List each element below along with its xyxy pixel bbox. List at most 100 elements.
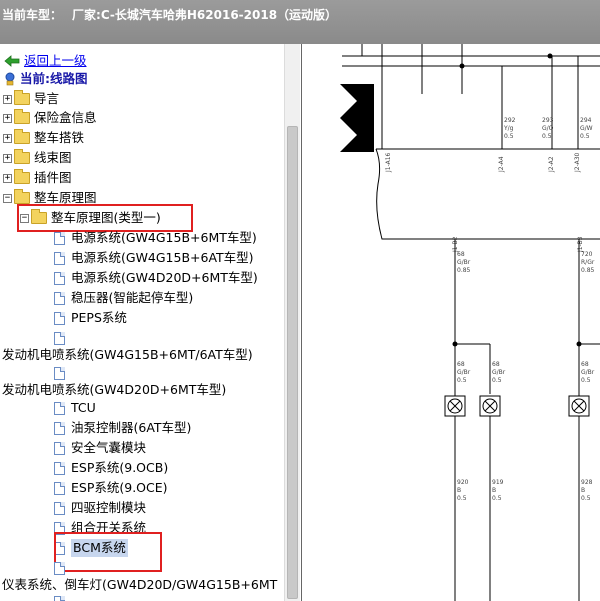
tree-item[interactable]: 四驱控制模块 <box>54 499 146 517</box>
junction-dot <box>459 63 465 69</box>
svg-text:J2-A2: J2-A2 <box>548 156 555 173</box>
expand-icon[interactable]: + <box>3 133 12 143</box>
svg-text:920: 920 <box>457 479 469 486</box>
current-location-icon <box>5 72 15 86</box>
svg-text:0.5: 0.5 <box>457 495 467 502</box>
wiring-diagram: 292 Y/g 0.5 293 G/O 0.5 294 G/W 0.5 J1-A… <box>301 44 600 601</box>
navigation-tree: 返回上一级 当前:线路图 + 导言 + 保险盒信息 + 整车搭铁 + 线束图 +… <box>0 44 288 601</box>
document-icon <box>54 401 65 415</box>
tree-item-wrapped[interactable]: 发动机电喷系统(GW4G15B+6MT/6AT车型) <box>2 346 253 364</box>
svg-text:919: 919 <box>492 479 504 486</box>
folder-icon <box>14 129 30 144</box>
lamp-icon <box>568 395 590 417</box>
tree-folder[interactable]: + 导言 <box>3 90 59 108</box>
svg-text:294: 294 <box>580 117 592 124</box>
svg-text:B: B <box>492 487 496 494</box>
highlight-box-subfolder <box>17 204 193 232</box>
svg-text:68: 68 <box>492 361 500 368</box>
svg-text:0.5: 0.5 <box>492 495 502 502</box>
svg-text:0.5: 0.5 <box>581 495 591 502</box>
svg-text:G/Br: G/Br <box>457 259 471 266</box>
svg-text:928: 928 <box>581 479 593 486</box>
document-icon <box>54 561 65 575</box>
svg-text:J2-A4: J2-A4 <box>498 156 505 173</box>
tree-item[interactable]: 油泵控制器(6AT车型) <box>54 419 191 437</box>
document-icon <box>54 251 65 265</box>
title-bar: 当前车型： 厂家:C-长城汽车哈弗H62016-2018（运动版） <box>0 0 600 44</box>
tree-folder[interactable]: + 保险盒信息 <box>3 109 97 127</box>
document-icon <box>54 231 65 245</box>
expand-icon[interactable]: + <box>3 113 12 123</box>
document-icon <box>54 271 65 285</box>
tree-item[interactable]: 电源系统(GW4D20D+6MT车型) <box>54 269 258 287</box>
svg-text:68: 68 <box>457 361 465 368</box>
svg-text:G/O: G/O <box>542 125 554 132</box>
expand-icon[interactable]: + <box>3 173 12 183</box>
tree-item-wrapped[interactable]: 仪表系统、倒车灯(GW4D20D/GW4G15B+6MT <box>2 576 277 594</box>
lamp-icon <box>444 395 466 417</box>
tree-item-icon-only[interactable] <box>54 329 71 347</box>
document-icon <box>54 595 65 601</box>
svg-text:R/Gr: R/Gr <box>581 259 595 266</box>
document-icon <box>54 331 65 345</box>
back-link-row[interactable]: 返回上一级 <box>4 52 87 70</box>
svg-text:Y/g: Y/g <box>503 125 514 132</box>
folder-icon <box>14 109 30 124</box>
document-icon <box>54 441 65 455</box>
tree-item[interactable]: 电源系统(GW4G15B+6MT车型) <box>54 229 257 247</box>
tree-item[interactable]: TCU <box>54 399 96 417</box>
document-icon <box>54 501 65 515</box>
folder-icon <box>14 169 30 184</box>
document-icon <box>54 366 65 380</box>
svg-text:G/W: G/W <box>580 125 593 132</box>
svg-text:J2-A30: J2-A30 <box>574 152 581 173</box>
tree-item[interactable]: PEPS系统 <box>54 309 127 327</box>
expand-icon[interactable]: + <box>3 153 12 163</box>
current-path: 当前:线路图 <box>20 71 88 86</box>
svg-text:J1-A16: J1-A16 <box>385 152 392 173</box>
svg-text:0.5: 0.5 <box>504 133 514 140</box>
folder-icon <box>14 90 30 105</box>
svg-text:0.5: 0.5 <box>457 377 467 384</box>
expand-icon[interactable]: + <box>3 94 12 104</box>
tree-item-icon-only[interactable] <box>54 559 71 577</box>
tree-item-icon-only[interactable] <box>54 364 71 382</box>
svg-text:0.5: 0.5 <box>542 133 552 140</box>
current-row: 当前:线路图 <box>4 70 88 88</box>
wiring-diagram-svg: 292 Y/g 0.5 293 G/O 0.5 294 G/W 0.5 J1-A… <box>340 44 600 601</box>
svg-text:G/Br: G/Br <box>492 369 506 376</box>
tree-item-wrapped[interactable]: 发动机电喷系统(GW4D20D+6MT车型) <box>2 381 226 399</box>
tree-item[interactable]: ESP系统(9.OCB) <box>54 459 168 477</box>
svg-text:68: 68 <box>457 251 465 258</box>
tree-folder[interactable]: + 线束图 <box>3 149 72 167</box>
tree-item[interactable]: 电源系统(GW4G15B+6AT车型) <box>54 249 254 267</box>
tree-scrollbar[interactable] <box>284 44 300 601</box>
scrollbar-thumb[interactable] <box>287 126 298 599</box>
document-icon <box>54 421 65 435</box>
tree-item[interactable]: ESP系统(9.OCE) <box>54 479 168 497</box>
collapse-icon[interactable]: − <box>3 193 12 203</box>
vehicle-label: 当前车型： <box>2 8 63 22</box>
tree-folder[interactable]: + 整车搭铁 <box>3 129 84 147</box>
back-link[interactable]: 返回上一级 <box>24 52 87 70</box>
tree-item-icon-only[interactable] <box>54 593 71 601</box>
svg-text:B: B <box>581 487 585 494</box>
svg-text:G/Br: G/Br <box>581 369 595 376</box>
document-icon <box>54 461 65 475</box>
lamp-icon <box>479 395 501 417</box>
back-arrow-icon <box>4 55 20 67</box>
tree-item[interactable]: 安全气囊模块 <box>54 439 146 457</box>
svg-text:293: 293 <box>542 117 554 124</box>
tree-folder[interactable]: + 插件图 <box>3 169 72 187</box>
svg-text:G/Br: G/Br <box>457 369 471 376</box>
tree-item[interactable]: 稳压器(智能起停车型) <box>54 289 193 307</box>
svg-text:0.5: 0.5 <box>581 377 591 384</box>
folder-icon <box>14 189 30 204</box>
document-icon <box>54 291 65 305</box>
svg-text:0.5: 0.5 <box>492 377 502 384</box>
svg-text:292: 292 <box>504 117 516 124</box>
folder-icon <box>14 149 30 164</box>
svg-text:68: 68 <box>581 361 589 368</box>
svg-text:0.5: 0.5 <box>580 133 590 140</box>
svg-text:0.85: 0.85 <box>581 267 595 274</box>
